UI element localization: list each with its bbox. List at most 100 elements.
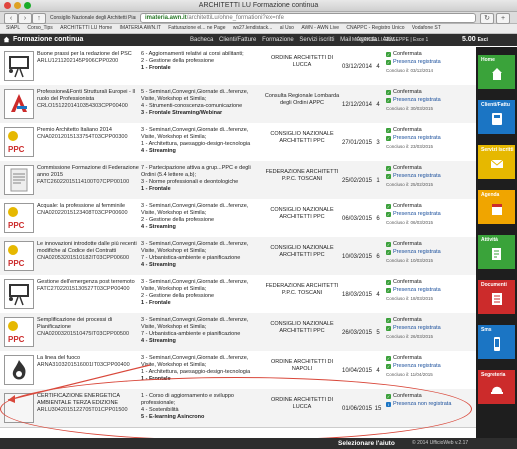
status-presenza[interactable]: Presenza registrata [393,363,441,370]
course-title-cell[interactable]: Gestione dell'emergenza post terremoto F… [37,279,139,293]
status-presenza[interactable]: Presenza registrata [393,97,441,104]
course-title-cell[interactable]: Premio Architetto Italiano 2014 CNA02012… [37,127,139,141]
course-title-cell[interactable]: Buone prassi per la redazione del PSC AR… [37,51,139,65]
close-window-icon[interactable] [4,2,11,9]
status-confermata: Confermata [393,165,422,171]
course-title-cell[interactable]: Professione&Fonti Strutturali Europei - … [37,89,139,110]
sidebar-tile-calendar[interactable]: Agenda [478,190,515,224]
check-icon: ✓ [386,280,391,285]
help-select[interactable]: Selezionare l'aiuto [338,438,395,449]
share-icon[interactable]: ↑ [32,13,46,24]
course-title-cell[interactable]: CERTIFICAZIONE ENERGETICA AMBIENTALE TER… [37,393,139,414]
sidebar-tile-home[interactable]: Home [478,55,515,89]
table-row[interactable]: Commissione Formazione di Federazione an… [0,161,476,200]
phone-icon [491,337,503,351]
course-type: 7 - Urbanistica-ambiente e pianificazion… [141,331,241,337]
status-presenza[interactable]: Presenza registrata [393,173,441,180]
concluded-date: Concluso il: 18/03/2015 [386,296,434,301]
window-controls [4,2,31,9]
url-bar[interactable]: imateria.awn.it/architettiLu/ohne_format… [140,13,476,23]
menu-item-mail[interactable]: Mail [340,37,351,43]
table-row[interactable]: PPC Semplificazione dei processi di Pian… [0,313,476,352]
course-title-cell[interactable]: Semplificazione dei processi di Pianific… [37,317,139,338]
course-date: 12/12/2014 [341,102,373,108]
menu-item-bacheca[interactable]: Bacheca [190,37,213,43]
course-date: 25/02/2015 [341,178,373,184]
bookmark-item[interactable]: ws27.lendistack... [233,25,272,31]
table-row[interactable]: Gestione dell'emergenza post terremoto F… [0,275,476,314]
course-type: 3 - Seminari,Convegni,Giornate di...fere… [141,127,249,140]
bookmark-item[interactable]: CNAPPC - Registro Unico [346,25,404,31]
menu-item-servizi[interactable]: Servizi iscritti [299,37,334,43]
status-presenza[interactable]: Presenza registrata [393,249,441,256]
bookmark-item[interactable]: Fatturazione el... ne Page [168,25,225,31]
course-code: ARNA3103201516001IT03CPP00400 [37,362,130,368]
status-presenza[interactable]: Presenza non registrata [393,401,451,408]
course-type: 3 - Seminari,Convegni,Giornate di...fere… [141,279,249,292]
course-mode: 4 - Streaming [141,224,176,230]
bookmark-item[interactable]: ARCHITETTI LU Home [60,25,112,31]
bookmark-item[interactable]: AWN - AWN Live [301,25,339,31]
reload-icon[interactable]: ↻ [480,13,494,24]
table-row[interactable]: Buone prassi per la redazione del PSC AR… [0,47,476,86]
table-row[interactable]: CERTIFICAZIONE ENERGETICA AMBIENTALE TER… [0,389,476,428]
plus-icon[interactable]: + [496,13,510,24]
course-title[interactable]: Commissione Formazione di Federazione an… [37,165,139,179]
table-row[interactable]: PPC Premio Architetto Italiano 2014 CNA0… [0,123,476,162]
bookmark-item[interactable]: Vodafone ST [412,25,441,31]
status-confermata: Confermata [393,51,422,57]
course-title[interactable]: Acquale: la professione al femminile [37,203,139,210]
bookmark-item[interactable]: Corso_Tips [27,25,52,31]
course-title-cell[interactable]: Commissione Formazione di Federazione an… [37,165,139,186]
course-mode: 1 - Frontale [141,376,171,382]
course-title[interactable]: Premio Architetto Italiano 2014 [37,127,139,134]
course-thumbnail: PPC [4,241,34,271]
check-icon: ✓ [386,326,391,331]
home-icon[interactable] [3,36,10,43]
course-title-cell[interactable]: Acquale: la professione al femminile CNA… [37,203,139,217]
tab-title[interactable]: Consiglio Nazionale degli Architetti Pia… [50,14,136,22]
course-title-cell[interactable]: Le innovazioni introdotte dalle più rece… [37,241,139,262]
course-title-cell[interactable]: La linea del fuoco ARNA3103201516001IT03… [37,355,139,369]
course-types-cell: 5 - Seminari,Convegni,Giornate di...fere… [141,89,259,117]
sidebar-tile-calculator[interactable]: Clienti/Fattu [478,100,515,134]
status-presenza[interactable]: Presenza registrata [393,287,441,294]
table-row[interactable]: PPC Le innovazioni introdotte dalle più … [0,237,476,276]
check-icon: ✓ [386,242,391,247]
sidebar-tile-helmet[interactable]: Segreteria [478,370,515,404]
course-title[interactable]: La linea del fuoco [37,355,139,362]
course-title[interactable]: Semplificazione dei processi di Pianific… [37,317,139,331]
bookmark-item[interactable]: al Uso [280,25,294,31]
sidebar-tile-mail[interactable]: Servizi iscritti [478,145,515,179]
sidebar-tile-label: Segreteria [481,372,506,378]
sidebar-tile-edit[interactable]: Attività [478,235,515,269]
course-title[interactable]: CERTIFICAZIONE ENERGETICA AMBIENTALE TER… [37,393,139,407]
course-title[interactable]: Gestione dell'emergenza post terremoto [37,279,139,286]
zoom-window-icon[interactable] [24,2,31,9]
menu-item-formazione[interactable]: Formazione [262,37,294,43]
status-presenza[interactable]: Presenza registrata [393,325,441,332]
status-presenza[interactable]: Presenza registrata [393,211,441,218]
status-presenza[interactable]: Presenza registrata [393,135,441,142]
course-title[interactable]: Professione&Fonti Strutturali Europei - … [37,89,139,103]
table-row[interactable]: La linea del fuoco ARNA3103201516001IT03… [0,351,476,390]
minimize-window-icon[interactable] [14,2,21,9]
course-title[interactable]: Buone prassi per la redazione del PSC [37,51,139,58]
bookmark-item[interactable]: SIAPL [6,25,20,31]
bookmark-item[interactable]: IMATERIA AWN.IT [120,25,161,31]
back-icon[interactable]: ‹ [4,13,18,24]
sidebar-tile-label: Attività [481,237,498,243]
logout-link[interactable]: Esci [478,37,488,43]
course-title[interactable]: Le innovazioni introdotte dalle più rece… [37,241,139,255]
table-row[interactable]: Professione&Fonti Strutturali Europei - … [0,85,476,124]
user-name[interactable]: MONTICELLI GIUSEPPE | Esce 1 [352,34,428,46]
sidebar-tile-phone[interactable]: Sms [478,325,515,359]
menu-item-clienti[interactable]: Clienti/Fatture [219,37,256,43]
sidebar-tile-document[interactable]: Documenti [478,280,515,314]
table-row[interactable]: PPC Acquale: la professione al femminile… [0,199,476,238]
course-status-cell: ✓ Confermata ✓ Presenza registrata Conclus… [386,241,474,264]
status-presenza[interactable]: Presenza registrata [393,59,441,66]
concluded-date: Concluso il: 25/02/2015 [386,182,434,187]
forward-icon[interactable]: › [18,13,32,24]
check-icon: ✓ [386,356,391,361]
